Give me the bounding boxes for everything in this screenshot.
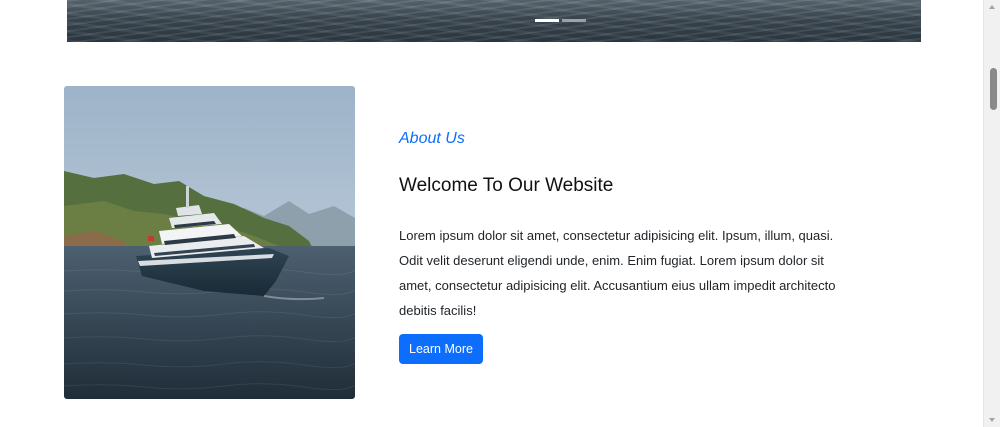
carousel-indicators	[535, 19, 586, 22]
about-title: Welcome To Our Website	[399, 175, 614, 196]
learn-more-button[interactable]: Learn More	[399, 334, 483, 364]
carousel-indicator-1[interactable]	[535, 19, 559, 22]
about-body: Lorem ipsum dolor sit amet, consectetur …	[399, 228, 836, 318]
scroll-up-icon[interactable]	[989, 5, 995, 9]
page-scrollbar[interactable]	[983, 0, 1000, 427]
carousel-indicator-2[interactable]	[562, 19, 586, 22]
yacht-image	[64, 86, 355, 399]
scroll-down-icon[interactable]	[989, 418, 995, 422]
about-eyebrow: About Us	[399, 130, 465, 147]
scroll-thumb[interactable]	[990, 68, 997, 110]
hero-slider	[67, 0, 921, 42]
